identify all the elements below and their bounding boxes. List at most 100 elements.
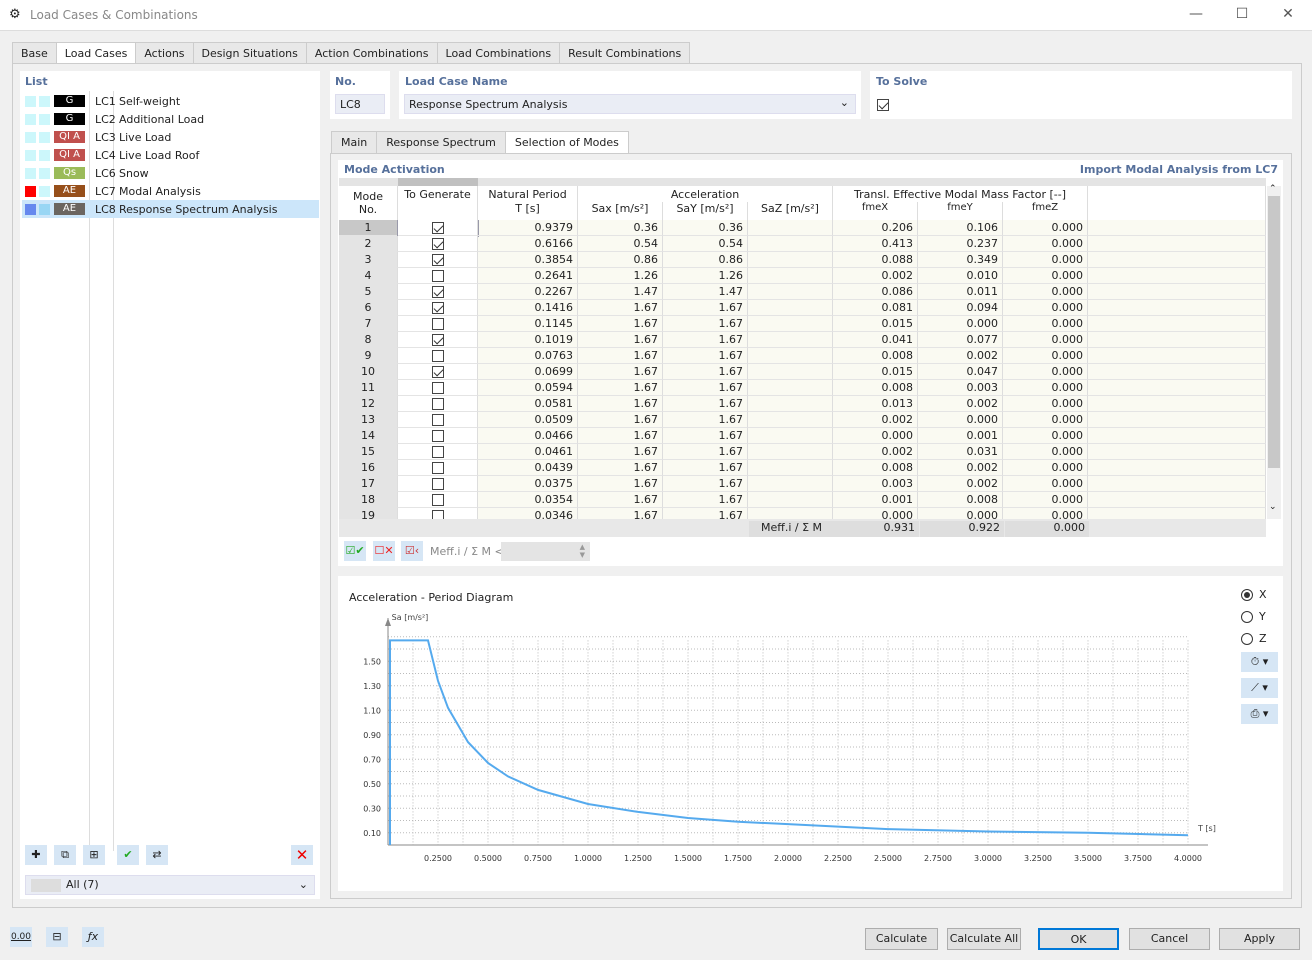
generate-checkbox[interactable] (431, 510, 444, 519)
display-settings-icon[interactable]: ⊟ (46, 927, 68, 947)
tab-load-cases[interactable]: Load Cases (55, 42, 137, 65)
cell-generate[interactable] (398, 476, 478, 492)
select-all-modes-icon[interactable]: ☑✔ (344, 541, 366, 561)
tab-actions[interactable]: Actions (135, 42, 194, 64)
generate-checkbox[interactable] (431, 318, 444, 330)
ok-button[interactable]: OK (1038, 928, 1119, 950)
apply-button[interactable]: Apply (1219, 928, 1300, 950)
cell-generate[interactable] (397, 220, 479, 237)
tab-design-situations[interactable]: Design Situations (192, 42, 307, 64)
deselect-all-modes-icon[interactable]: ☐✕ (373, 541, 395, 561)
function-icon[interactable]: ƒx (82, 927, 104, 947)
generate-checkbox[interactable] (431, 222, 444, 234)
radio-circle[interactable] (1241, 632, 1253, 645)
list-item[interactable]: AE LC7 Modal Analysis (22, 182, 319, 200)
generate-checkbox[interactable] (431, 446, 444, 458)
load-case-name-select[interactable]: Response Spectrum Analysis ⌄ (404, 94, 856, 114)
direction-radio-x[interactable]: X (1241, 588, 1267, 601)
table-row: 3 0.3854 0.86 0.86 0.088 0.349 0.000 (339, 252, 1266, 268)
generate-checkbox[interactable] (431, 478, 444, 490)
minimize-button[interactable]: — (1186, 6, 1206, 26)
cell-generate[interactable] (398, 492, 478, 508)
timer-dropdown-icon[interactable]: ⏱ ▾ (1241, 652, 1278, 672)
scroll-up-icon[interactable]: ⌃ (1269, 184, 1277, 194)
generate-checkbox[interactable] (431, 398, 444, 410)
table-row: 8 0.1019 1.67 1.67 0.041 0.077 0.000 (339, 332, 1266, 348)
list-filter-select[interactable]: All (7) ⌄ (25, 875, 315, 895)
subtab-main[interactable]: Main (331, 131, 378, 153)
cell-generate[interactable] (398, 444, 478, 460)
cell-mode: 18 (339, 492, 398, 508)
close-button[interactable]: ✕ (1278, 6, 1298, 26)
generate-checkbox[interactable] (431, 494, 444, 506)
direction-radio-z[interactable]: Z (1241, 632, 1267, 645)
list-item[interactable]: G LC2 Additional Load (22, 110, 319, 128)
cell-generate[interactable] (398, 380, 478, 396)
generate-checkbox[interactable] (431, 302, 444, 314)
generate-checkbox[interactable] (431, 414, 444, 426)
cell-generate[interactable] (398, 348, 478, 364)
list-item[interactable]: QI A LC4 Live Load Roof (22, 146, 319, 164)
axis-settings-dropdown-icon[interactable]: ⟋ ▾ (1241, 678, 1278, 698)
tab-result-combinations[interactable]: Result Combinations (559, 42, 691, 64)
mass-filter-input[interactable]: ▲ ▼ (501, 542, 590, 561)
copy-icon[interactable]: ⧉ (54, 845, 76, 865)
generate-checkbox[interactable] (431, 254, 444, 266)
cell-generate[interactable] (398, 268, 478, 284)
print-dropdown-icon[interactable]: ⎙ ▾ (1241, 704, 1278, 724)
to-solve-checkbox[interactable] (877, 99, 889, 111)
generate-checkbox[interactable] (431, 366, 444, 378)
generate-checkbox[interactable] (431, 286, 444, 298)
sum-fmez: 0.000 (1005, 521, 1089, 537)
renumber-icon[interactable]: ⊞ (83, 845, 105, 865)
tab-action-combinations[interactable]: Action Combinations (305, 42, 438, 64)
table-scrollbar[interactable]: ⌃ ⌄ (1267, 184, 1281, 519)
generate-checkbox[interactable] (431, 238, 444, 250)
generate-checkbox[interactable] (431, 462, 444, 474)
cell-generate[interactable] (398, 460, 478, 476)
delete-icon[interactable]: ✕ (291, 845, 313, 865)
cell-generate[interactable] (398, 284, 478, 300)
cell-generate[interactable] (398, 316, 478, 332)
cell-generate[interactable] (398, 236, 478, 252)
cell-generate[interactable] (398, 252, 478, 268)
cell-generate[interactable] (398, 364, 478, 380)
cell-generate[interactable] (398, 508, 478, 519)
calculate-all-button[interactable]: Calculate All (947, 928, 1021, 950)
generate-checkbox[interactable] (431, 270, 444, 282)
tab-base[interactable]: Base (12, 42, 57, 64)
subtab-response-spectrum[interactable]: Response Spectrum (376, 131, 506, 153)
direction-radio-y[interactable]: Y (1241, 610, 1266, 623)
no-field[interactable]: LC8 (335, 94, 385, 114)
scroll-down-icon[interactable]: ⌄ (1269, 502, 1277, 512)
cancel-button[interactable]: Cancel (1129, 928, 1210, 950)
generate-checkbox[interactable] (431, 350, 444, 362)
list-item[interactable]: G LC1 Self-weight (22, 92, 319, 110)
cell-generate[interactable] (398, 428, 478, 444)
cell-blank (1088, 252, 1266, 268)
generate-checkbox[interactable] (431, 382, 444, 394)
cell-generate[interactable] (398, 300, 478, 316)
list-item[interactable]: AE LC8 Response Spectrum Analysis (22, 200, 319, 218)
import-modal-analysis-link[interactable]: Import Modal Analysis from LC7 (1080, 163, 1278, 176)
units-icon[interactable]: 0.00 (10, 927, 32, 947)
radio-circle[interactable] (1241, 588, 1253, 601)
maximize-button[interactable]: ☐ (1232, 6, 1252, 26)
toggle-icon[interactable]: ⇄ (146, 845, 168, 865)
cell-generate[interactable] (398, 412, 478, 428)
scrollbar-thumb[interactable] (1268, 196, 1280, 468)
cell-generate[interactable] (398, 332, 478, 348)
calculate-button[interactable]: Calculate (865, 928, 938, 950)
cell-generate[interactable] (398, 396, 478, 412)
list-item[interactable]: QI A LC3 Live Load (22, 128, 319, 146)
cell-say: 1.67 (663, 460, 748, 476)
invert-selection-icon[interactable]: ☑‹ (401, 541, 423, 561)
check-all-icon[interactable]: ✔ (117, 845, 139, 865)
generate-checkbox[interactable] (431, 430, 444, 442)
tab-load-combinations[interactable]: Load Combinations (436, 42, 561, 64)
list-item[interactable]: Qs LC6 Snow (22, 164, 319, 182)
new-load-case-icon[interactable]: ✚ (25, 845, 47, 865)
radio-circle[interactable] (1241, 610, 1253, 623)
generate-checkbox[interactable] (431, 334, 444, 346)
subtab-selection-of-modes[interactable]: Selection of Modes (504, 131, 629, 153)
